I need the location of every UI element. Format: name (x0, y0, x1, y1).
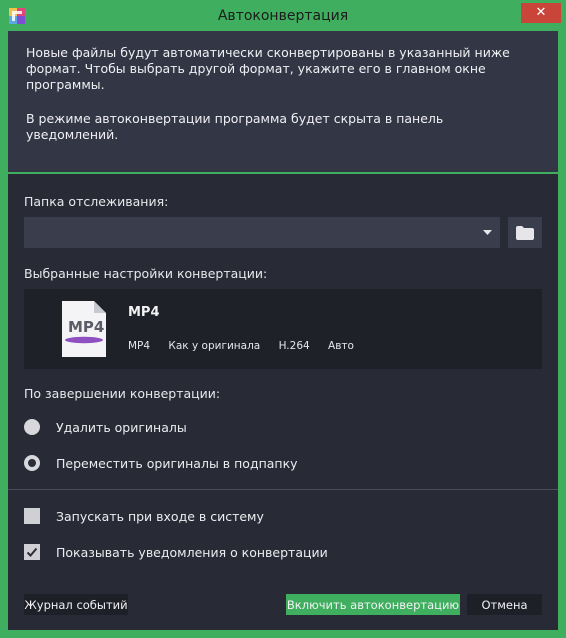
conversion-preset-card: MP4 MP4 MP4 Как у оригинала H.264 Авто (24, 289, 542, 369)
info-panel: Новые файлы будут автоматически сконверт… (8, 31, 558, 174)
radio-button[interactable] (24, 419, 40, 435)
preset-codec: H.264 (278, 340, 310, 352)
after-conversion-label: По завершении конвертации: (24, 386, 221, 401)
preset-bitrate: Авто (328, 340, 354, 352)
close-button[interactable]: ✕ (521, 3, 561, 23)
dropdown-arrow[interactable] (475, 217, 500, 248)
checkbox[interactable] (24, 508, 40, 524)
conversion-settings-label: Выбранные настройки конвертации: (24, 266, 268, 281)
watch-folder-label: Папка отслеживания: (24, 194, 169, 209)
preset-resolution: Как у оригинала (168, 340, 261, 352)
checkbox-checked[interactable] (24, 544, 40, 560)
info-text-1: Новые файлы будут автоматически сконверт… (26, 45, 510, 92)
checkmark-icon (26, 547, 38, 557)
cancel-button[interactable]: Отмена (467, 594, 542, 615)
radio-label: Переместить оригиналы в подпапку (56, 455, 298, 471)
folder-icon (516, 225, 534, 240)
checkbox-label: Показывать уведомления о конвертации (56, 544, 328, 560)
radio-label: Удалить оригиналы (56, 419, 187, 435)
radio-move-originals[interactable]: Переместить оригиналы в подпапку (24, 454, 298, 472)
mp4-icon-text: MP4 (68, 318, 104, 336)
checkbox-label: Запускать при входе в систему (56, 508, 264, 524)
radio-button-selected[interactable] (24, 455, 40, 471)
autoconvert-window: Автоконвертация ✕ Новые файлы будут авто… (0, 0, 566, 638)
mp4-file-icon: MP4 (62, 301, 106, 357)
browse-folder-button[interactable] (508, 217, 542, 248)
info-text-2: В режиме автоконвертации программа будет… (26, 111, 444, 142)
preset-specs: MP4 Как у оригинала H.264 Авто (128, 340, 369, 352)
preset-format: MP4 (128, 340, 151, 352)
window-title: Автоконвертация (217, 8, 349, 24)
chevron-down-icon (483, 230, 492, 235)
option-run-at-login[interactable]: Запускать при входе в систему (24, 507, 264, 525)
radio-delete-originals[interactable]: Удалить оригиналы (24, 418, 187, 436)
close-icon: ✕ (535, 5, 547, 20)
option-show-notifications[interactable]: Показывать уведомления о конвертации (24, 543, 328, 561)
watch-folder-dropdown[interactable] (24, 217, 500, 248)
title-bar[interactable]: Автоконвертация ✕ (0, 0, 566, 32)
event-log-button[interactable]: Журнал событий (24, 594, 128, 615)
enable-autoconvert-button[interactable]: Включить автоконвертацию (286, 594, 460, 615)
preset-name: MP4 (128, 305, 160, 320)
dialog-body: Новые файлы будут автоматически сконверт… (8, 31, 558, 630)
section-divider (8, 489, 558, 490)
